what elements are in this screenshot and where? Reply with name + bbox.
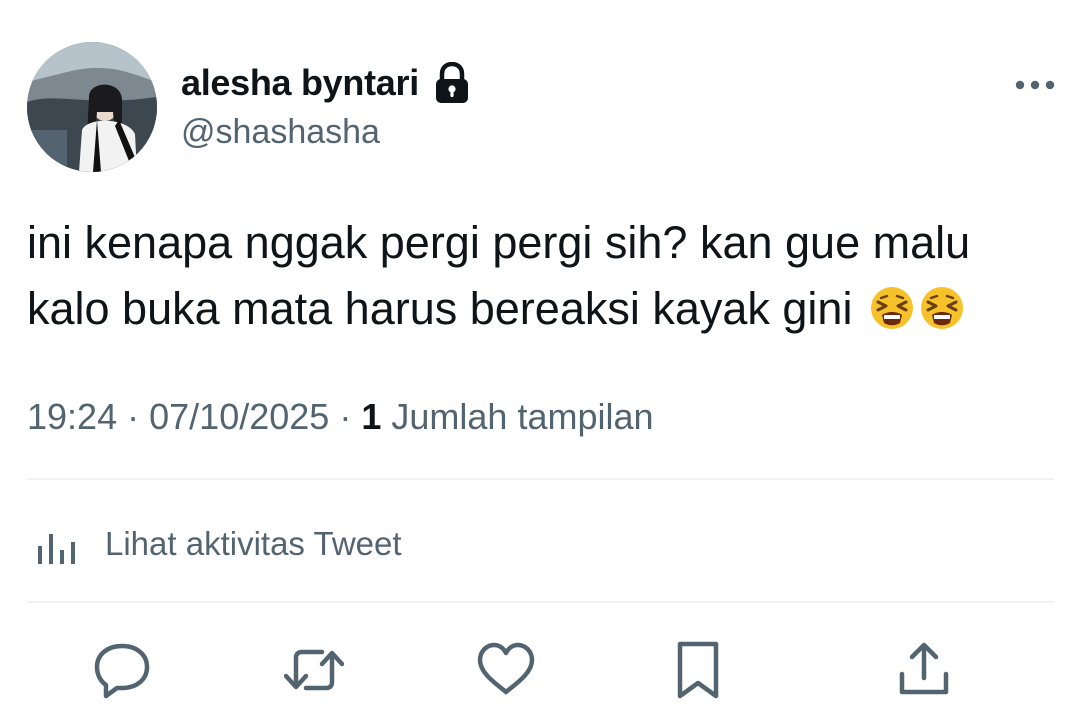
divider — [27, 478, 1054, 480]
views-label: Jumlah tampilan — [391, 396, 654, 437]
tweet-time[interactable]: 19:24 — [27, 396, 117, 437]
lock-icon — [435, 62, 468, 103]
tired-face-emoji-icon — [920, 287, 963, 330]
reply-button[interactable] — [92, 640, 152, 700]
share-icon — [899, 642, 949, 695]
activity-label: Lihat aktivitas Tweet — [105, 525, 402, 562]
divider — [27, 601, 1054, 603]
tweet-action-bar — [0, 640, 1080, 704]
share-button[interactable] — [894, 640, 954, 700]
avatar-photo — [27, 42, 157, 172]
views-count: 1 — [361, 396, 382, 437]
meta-separator: · — [127, 396, 140, 437]
like-button[interactable] — [476, 640, 536, 700]
tweet-line-1: ini kenapa nggak pergi pergi sih? kan gu… — [27, 217, 971, 268]
retweet-button[interactable] — [284, 640, 344, 700]
tweet-line-2-text: kalo buka mata harus bereaksi kayak gini — [27, 283, 853, 334]
reply-icon — [94, 643, 150, 699]
tweet-meta: 19:24 · 07/10/2025 · 1 Jumlah tampilan — [27, 396, 654, 438]
user-name-row: alesha byntari — [181, 62, 471, 104]
bookmark-icon — [677, 641, 719, 699]
bookmark-button[interactable] — [668, 640, 728, 700]
more-options-icon[interactable] — [1014, 78, 1056, 92]
tweet-text: ini kenapa nggak pergi pergi sih? kan gu… — [27, 210, 1057, 342]
tweet-line-2: kalo buka mata harus bereaksi kayak gini — [27, 276, 1057, 342]
tired-face-emoji-icon — [870, 287, 913, 330]
user-handle[interactable]: @shashasha — [181, 113, 380, 152]
retweet-icon — [284, 649, 344, 691]
tweet-date[interactable]: 07/10/2025 — [149, 396, 329, 437]
display-name[interactable]: alesha byntari — [181, 62, 419, 104]
meta-separator: · — [339, 396, 352, 437]
tweet-activity-link[interactable]: Lihat aktivitas Tweet — [35, 520, 402, 568]
analytics-icon — [38, 534, 75, 564]
avatar[interactable] — [27, 42, 157, 172]
like-icon — [477, 642, 535, 695]
